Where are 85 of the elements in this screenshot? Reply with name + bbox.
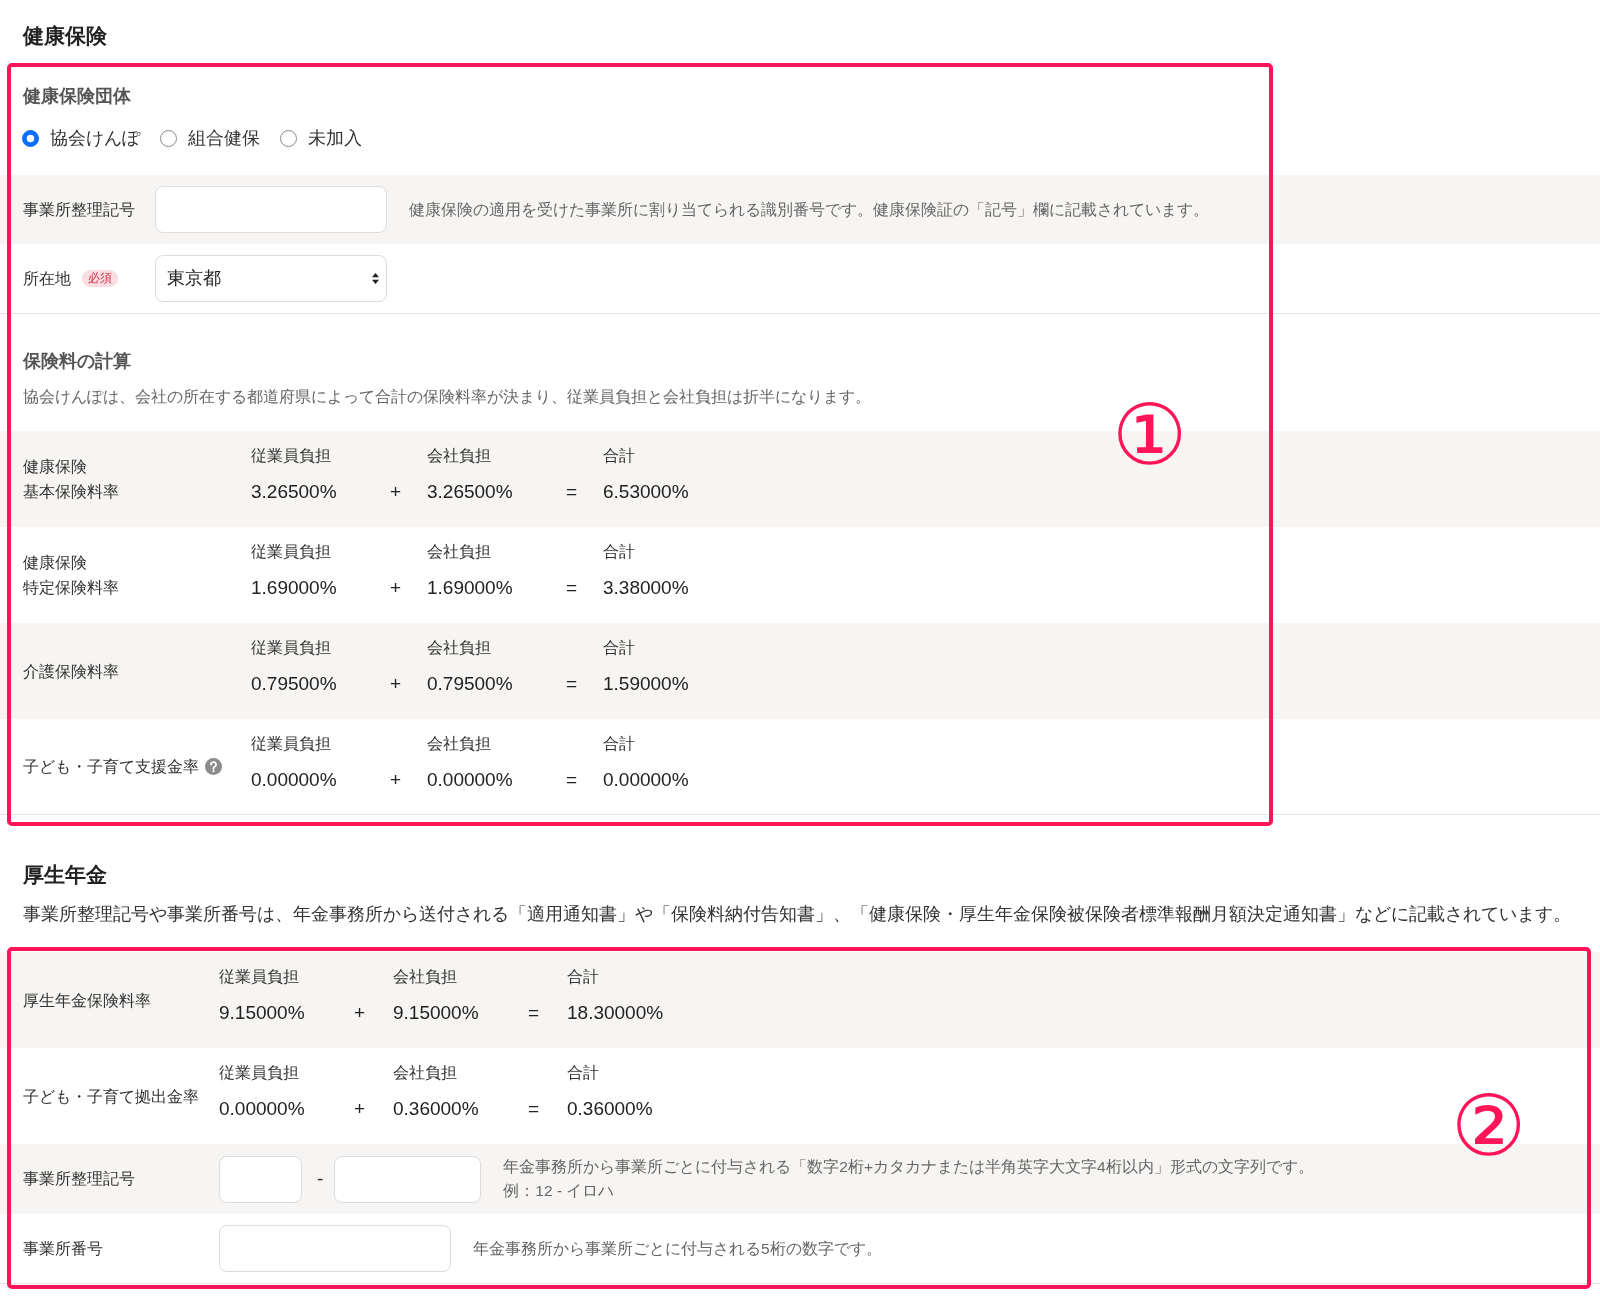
callout-number: ①: [1112, 393, 1188, 477]
rate-total: 18.30000%: [567, 1001, 664, 1025]
radio-label[interactable]: 協会けんぽ: [50, 126, 140, 150]
share-heading: 従業員負担: [219, 1063, 299, 1083]
share-heading: 会社負担: [427, 446, 491, 466]
example-text: 例：12 - イロハ: [503, 1181, 615, 1201]
group-heading: 保険料の計算: [23, 350, 131, 373]
rate-value: 1.69000%: [427, 576, 513, 600]
field-label: 事業所番号: [23, 1238, 103, 1259]
equals-sign: =: [566, 576, 578, 600]
rate-value: 9.15000%: [219, 1001, 305, 1025]
rate-label: 健康保険 特定保険料率: [23, 553, 119, 598]
rate-total: 0.00000%: [603, 768, 689, 792]
help-icon[interactable]: [205, 758, 222, 775]
rate-total: 6.53000%: [603, 480, 689, 504]
equals-sign: =: [566, 768, 578, 792]
share-heading: 合計: [567, 1063, 599, 1083]
description-text: 事業所整理記号や事業所番号は、年金事務所から送付される「適用通知書」や「保険料納付告知書」、「健康保険・厚生年金保険被保険者標準報酬月額決定通知書」などに記載されています。: [23, 903, 1571, 926]
equals-sign: =: [528, 1097, 540, 1121]
radio-button[interactable]: [22, 129, 39, 147]
plus-sign: +: [390, 672, 402, 696]
rate-value: 0.36000%: [393, 1097, 479, 1121]
description-text: 協会けんぽは、会社の所在する都道府県によって合計の保険料率が決まり、従業員負担と会社負担は折半になります。: [23, 387, 871, 407]
share-heading: 合計: [603, 542, 635, 562]
share-heading: 従業員負担: [251, 638, 331, 658]
rate-value: 0.00000%: [219, 1097, 305, 1121]
callout-number: ②: [1451, 1084, 1527, 1168]
share-heading: 合計: [603, 638, 635, 658]
rate-value: 0.79500%: [427, 672, 513, 696]
plus-sign: +: [390, 480, 402, 504]
share-heading: 合計: [603, 734, 635, 754]
equals-sign: =: [566, 480, 578, 504]
rate-value: 9.15000%: [393, 1001, 479, 1025]
equals-sign: =: [528, 1001, 540, 1025]
group-heading: 健康保険団体: [23, 85, 131, 108]
rate-value: 3.26500%: [427, 480, 513, 504]
plus-sign: +: [354, 1097, 366, 1121]
rate-label: 健康保険 基本保険料率: [23, 457, 119, 502]
share-heading: 会社負担: [393, 1063, 457, 1083]
plus-sign: +: [390, 768, 402, 792]
up-down-arrows-icon: [372, 273, 379, 284]
separator-dash: -: [317, 1167, 324, 1191]
rate-value: 3.26500%: [251, 480, 337, 504]
share-heading: 合計: [567, 967, 599, 987]
share-heading: 会社負担: [427, 734, 491, 754]
prefecture-select[interactable]: 東京都: [155, 255, 387, 302]
rate-total: 0.36000%: [567, 1097, 653, 1121]
radio-button[interactable]: [280, 129, 297, 147]
rate-value: 0.00000%: [427, 768, 513, 792]
rate-label: 子ども・子育て支援金率: [23, 757, 199, 777]
help-text: 年金事務所から事業所ごとに付与される5桁の数字です。: [473, 1238, 882, 1259]
share-heading: 会社負担: [427, 542, 491, 562]
rate-value: 1.69000%: [251, 576, 337, 600]
share-heading: 合計: [603, 446, 635, 466]
section-title: 健康保険: [23, 23, 107, 49]
plus-sign: +: [354, 1001, 366, 1025]
rate-label: 子ども・子育て拠出金率: [23, 1086, 199, 1107]
text-input[interactable]: [219, 1155, 302, 1203]
share-heading: 会社負担: [393, 967, 457, 987]
help-text: 年金事務所から事業所ごとに付与される「数字2桁+カタカナまたは半角英字大文字4桁以内」形式の文字列です。: [503, 1157, 1314, 1177]
share-heading: 従業員負担: [251, 734, 331, 754]
rate-label: 介護保険料率: [23, 661, 119, 682]
rate-value: 0.79500%: [251, 672, 337, 696]
field-label: 事業所整理記号: [23, 199, 135, 220]
radio-label[interactable]: 未加入: [308, 126, 362, 150]
required-tag: 必須: [82, 270, 118, 287]
share-heading: 従業員負担: [251, 542, 331, 562]
field-label: 所在地: [23, 268, 71, 289]
text-input[interactable]: [155, 186, 387, 233]
share-heading: 従業員負担: [251, 446, 331, 466]
share-heading: 従業員負担: [219, 967, 299, 987]
section-title: 厚生年金: [23, 862, 107, 888]
text-input[interactable]: [334, 1155, 482, 1203]
plus-sign: +: [390, 576, 402, 600]
field-label: 事業所整理記号: [23, 1169, 135, 1189]
rate-label: 厚生年金保険料率: [23, 990, 151, 1011]
rate-total: 1.59000%: [603, 672, 689, 696]
radio-button[interactable]: [160, 129, 177, 147]
text-input[interactable]: [219, 1225, 451, 1272]
equals-sign: =: [566, 672, 578, 696]
rate-total: 3.38000%: [603, 576, 689, 600]
share-heading: 会社負担: [427, 638, 491, 658]
rate-value: 0.00000%: [251, 768, 337, 792]
radio-label[interactable]: 組合健保: [188, 126, 260, 150]
help-text: 健康保険の適用を受けた事業所に割り当てられる識別番号です。健康保険証の「記号」欄に記載されています。: [409, 199, 1209, 220]
